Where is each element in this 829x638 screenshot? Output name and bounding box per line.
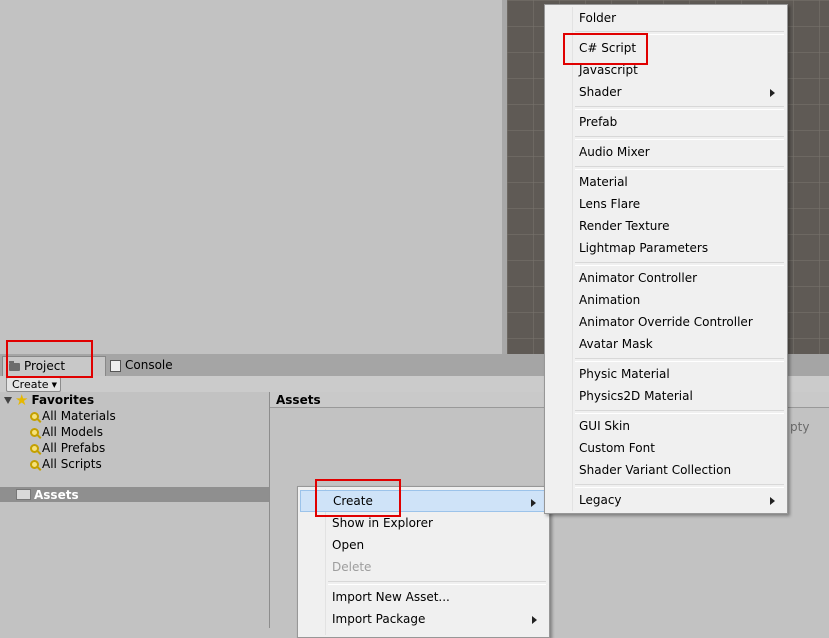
search-icon <box>30 427 39 437</box>
create-item-shader-variant-collection[interactable]: Shader Variant Collection <box>547 459 785 481</box>
menu-separator <box>575 106 784 110</box>
tab-console[interactable]: Console <box>104 356 196 375</box>
create-dropdown-button[interactable]: Create ▼ <box>6 377 61 392</box>
create-submenu: Folder C# Script Javascript Shader Prefa… <box>544 4 788 514</box>
create-item-avatar-mask[interactable]: Avatar Mask <box>547 333 785 355</box>
menu-item-delete: Delete <box>300 556 547 578</box>
create-item-render-texture[interactable]: Render Texture <box>547 215 785 237</box>
hierarchy-pane <box>0 0 502 354</box>
submenu-arrow-icon <box>770 497 775 505</box>
menu-item-label: Physics2D Material <box>579 389 693 403</box>
menu-item-label: Folder <box>579 11 617 25</box>
favorite-item-all-models[interactable]: All Models <box>30 424 103 440</box>
assets-folder-label: Assets <box>34 487 79 502</box>
favorites-row[interactable]: ★ Favorites <box>4 392 94 408</box>
menu-item-import-new-asset[interactable]: Import New Asset... <box>300 586 547 608</box>
favorites-label: Favorites <box>31 393 95 407</box>
console-icon <box>110 359 121 372</box>
search-icon <box>30 443 39 453</box>
favorite-item-label: All Materials <box>42 409 116 423</box>
menu-item-label: Prefab <box>579 115 618 129</box>
create-item-physics2d-material[interactable]: Physics2D Material <box>547 385 785 407</box>
empty-folder-text: pty <box>790 420 810 434</box>
create-dropdown-label: Create <box>12 378 49 391</box>
menu-item-label: Physic Material <box>579 367 670 381</box>
menu-separator <box>575 358 784 362</box>
menu-item-label: Audio Mixer <box>579 145 650 159</box>
menu-item-label: Delete <box>332 560 372 574</box>
menu-separator <box>575 410 784 414</box>
favorite-item-label: All Prefabs <box>42 441 106 455</box>
menu-item-label: Open <box>332 538 365 552</box>
create-item-lens-flare[interactable]: Lens Flare <box>547 193 785 215</box>
menu-item-label: Animation <box>579 293 641 307</box>
create-item-animator-override-controller[interactable]: Animator Override Controller <box>547 311 785 333</box>
submenu-arrow-icon <box>531 499 536 507</box>
folder-icon <box>16 489 31 500</box>
highlight-box-csharp-script <box>563 33 648 65</box>
menu-item-label: Lightmap Parameters <box>579 241 709 255</box>
menu-item-label: Render Texture <box>579 219 670 233</box>
menu-separator <box>575 262 784 266</box>
favorite-item-all-materials[interactable]: All Materials <box>30 408 116 424</box>
menu-separator <box>328 581 546 585</box>
menu-item-label: Material <box>579 175 628 189</box>
menu-item-label: Shader Variant Collection <box>579 463 732 477</box>
create-item-lightmap-parameters[interactable]: Lightmap Parameters <box>547 237 785 259</box>
assets-folder-row[interactable]: Assets <box>0 487 269 502</box>
caret-down-icon: ▼ <box>51 381 57 389</box>
menu-item-label: Shader <box>579 85 622 99</box>
submenu-arrow-icon <box>770 89 775 97</box>
menu-item-label: GUI Skin <box>579 419 630 433</box>
menu-item-label: Animator Controller <box>579 271 698 285</box>
star-icon: ★ <box>15 391 29 409</box>
create-item-animator-controller[interactable]: Animator Controller <box>547 267 785 289</box>
create-item-prefab[interactable]: Prefab <box>547 111 785 133</box>
menu-separator <box>575 166 784 170</box>
menu-item-label: Import Package <box>332 612 426 626</box>
search-icon <box>30 459 39 469</box>
create-item-custom-font[interactable]: Custom Font <box>547 437 785 459</box>
highlight-box-project-tab <box>6 340 93 378</box>
menu-separator <box>575 136 784 140</box>
favorite-item-all-scripts[interactable]: All Scripts <box>30 456 102 472</box>
create-item-physic-material[interactable]: Physic Material <box>547 363 785 385</box>
expand-triangle-icon[interactable] <box>4 396 12 404</box>
search-icon <box>30 411 39 421</box>
menu-item-import-package[interactable]: Import Package <box>300 608 547 630</box>
menu-item-label: Import New Asset... <box>332 590 450 604</box>
create-item-gui-skin[interactable]: GUI Skin <box>547 415 785 437</box>
favorite-item-label: All Scripts <box>42 457 102 471</box>
menu-item-open[interactable]: Open <box>300 534 547 556</box>
favorite-item-label: All Models <box>42 425 103 439</box>
favorite-item-all-prefabs[interactable]: All Prefabs <box>30 440 105 456</box>
submenu-arrow-icon <box>532 616 537 624</box>
menu-separator <box>575 484 784 488</box>
menu-item-label: Show in Explorer <box>332 516 433 530</box>
create-item-material[interactable]: Material <box>547 171 785 193</box>
create-item-folder[interactable]: Folder <box>547 7 785 29</box>
menu-item-label: Legacy <box>579 493 622 507</box>
highlight-box-create-item <box>315 479 401 517</box>
menu-item-label: Custom Font <box>579 441 655 455</box>
menu-item-label: Avatar Mask <box>579 337 653 351</box>
create-item-audio-mixer[interactable]: Audio Mixer <box>547 141 785 163</box>
create-item-animation[interactable]: Animation <box>547 289 785 311</box>
create-item-shader[interactable]: Shader <box>547 81 785 103</box>
menu-item-label: Lens Flare <box>579 197 641 211</box>
menu-item-label: Animator Override Controller <box>579 315 753 329</box>
menu-item-label: Javascript <box>579 63 638 77</box>
tab-console-label: Console <box>125 358 173 372</box>
create-item-legacy[interactable]: Legacy <box>547 489 785 511</box>
project-tree: ★ Favorites All Materials All Models All… <box>0 392 269 628</box>
